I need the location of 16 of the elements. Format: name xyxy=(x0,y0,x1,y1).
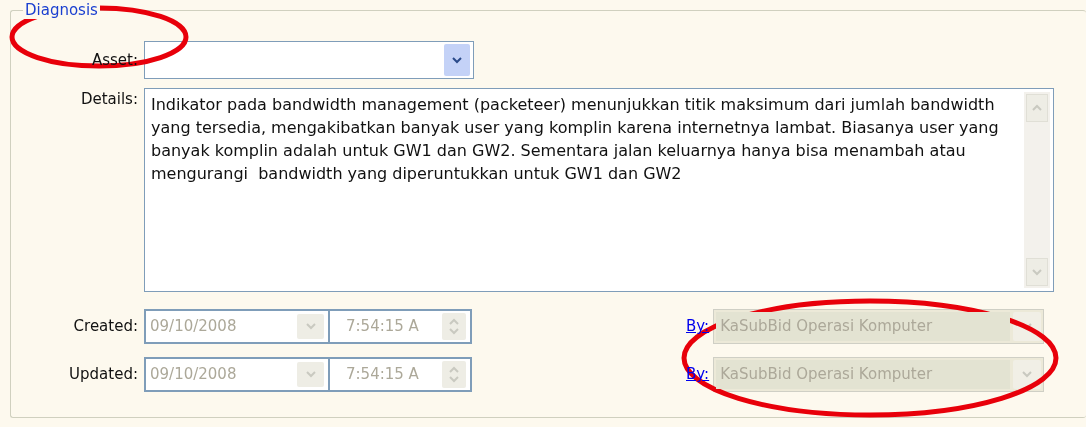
user-value: KaSubBid Operasi Komputer xyxy=(716,360,1011,389)
dropdown-button[interactable] xyxy=(444,44,470,76)
spinner[interactable] xyxy=(442,313,466,340)
asset-dropdown[interactable] xyxy=(144,41,474,79)
field-label: Created: xyxy=(72,316,138,338)
details-textarea[interactable] xyxy=(144,88,1054,292)
scroll-down-icon[interactable] xyxy=(1026,258,1048,286)
details-text: Indikator pada bandwidth management (packeteer) menunjukkan titik maksimum dari jumlah bandwidth yang tersedia, mengakibatkan banyak user yang komplin karena internetnya lambat. Biasanya user yang banyak komplin adalah untuk GW1 dan GW2. Sementara jalan keluarnya hanya bisa menambah atau mengurangi bandwidth yang diperuntukkan untuk GW1 dan GW2 xyxy=(150,94,1000,185)
field-label: Updated: xyxy=(68,364,138,386)
time-value: 7:54:15 A xyxy=(346,364,419,386)
spinner[interactable] xyxy=(442,361,466,388)
time-value: 7:54:15 A xyxy=(346,316,419,338)
scroll-up-icon[interactable] xyxy=(1026,94,1048,122)
section-title: Diagnosis xyxy=(23,1,100,19)
field-label: Details: xyxy=(79,89,138,109)
user-value: KaSubBid Operasi Komputer xyxy=(716,312,1011,341)
